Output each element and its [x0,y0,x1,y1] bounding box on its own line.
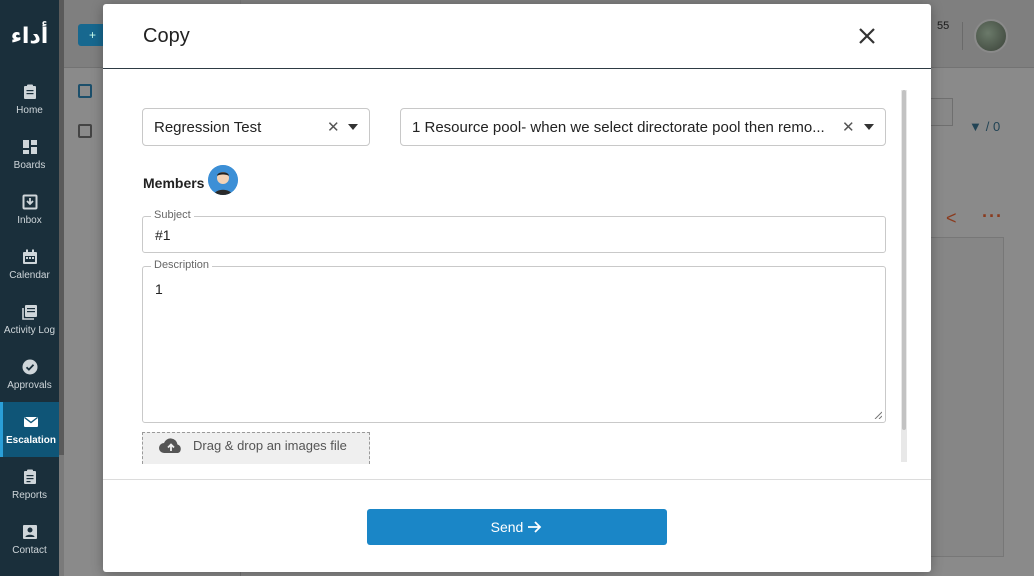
search-input[interactable] [931,98,953,126]
sidebar-item-label: Contact [12,544,47,556]
more-icon[interactable]: ··· [982,206,1003,227]
inbox-icon[interactable] [78,84,92,98]
sidebar-item-escalation[interactable]: Escalation [0,402,59,457]
scrollbar-thumb[interactable] [902,90,906,430]
cloud-upload-icon [159,438,181,453]
sidebar-item-home[interactable]: Home [0,72,59,127]
sidebar-item-approvals[interactable]: Approvals [0,347,59,402]
sidebar-item-label: Reports [11,489,47,501]
member-avatar[interactable] [208,165,238,195]
dropzone-text: Drag & drop an images file [193,438,347,453]
chevron-down-icon[interactable] [864,124,874,130]
header-divider [962,22,963,50]
copy-modal: Copy Regression Test ✕ 1 Resource pool- … [103,4,931,572]
modal-body: Regression Test ✕ 1 Resource pool- when … [103,70,931,480]
clipboard-icon [23,84,36,99]
sidebar-item-boards[interactable]: Boards [0,127,59,182]
arrow-right-icon [528,521,542,533]
sidebar-item-label: Boards [13,159,46,171]
modal-header: Copy [103,4,931,69]
filter-icon: ▼ [969,119,982,134]
report-icon [23,469,36,484]
description-field[interactable]: Description 1 [142,259,886,423]
sidebar-item-label: Calendar [9,269,50,281]
sidebar-item-label: Activity Log [3,324,56,336]
sidebar-item-label: Escalation [5,434,57,446]
sidebar-item-calendar[interactable]: Calendar [0,237,59,292]
send-label: Send [490,519,524,535]
notification-count[interactable]: 55 [937,20,949,32]
subject-field[interactable]: Subject #1 [142,209,886,253]
sidebar-item-contact[interactable]: Contact [0,512,59,567]
app-logo[interactable]: أداء [0,0,59,72]
task-select[interactable]: 1 Resource pool- when we select director… [400,108,886,146]
description-value: 1 [155,281,163,297]
subject-label: Subject [151,209,194,221]
sidebar-item-activity-log[interactable]: Activity Log [0,292,59,347]
task-select-value: 1 Resource pool- when we select director… [412,118,825,136]
user-avatar[interactable] [974,19,1008,53]
contact-icon [22,524,37,539]
image-dropzone[interactable]: Drag & drop an images file [142,432,370,464]
chevron-down-icon[interactable] [348,124,358,130]
send-button[interactable]: Send [367,509,667,545]
clear-icon[interactable]: ✕ [327,118,340,136]
modal-title: Copy [143,25,190,47]
project-select-value: Regression Test [154,118,262,136]
clear-icon[interactable]: ✕ [842,118,855,136]
boards-icon [22,139,37,154]
members-label: Members [143,175,205,191]
modal-footer: Send [103,479,931,572]
close-button[interactable] [855,24,879,48]
calendar-icon [22,249,37,264]
filter-button[interactable]: ▼ / 0 [969,118,1000,134]
check-circle-icon [22,359,37,374]
sidebar: أداء Home Boards Inbox Calendar Activity… [0,0,59,576]
sidebar-item-label: Inbox [17,214,42,226]
sidebar-item-label: Home [16,104,43,116]
subject-value: #1 [155,227,171,243]
person-icon [208,165,238,195]
mail-icon [24,416,38,427]
description-label: Description [151,259,213,271]
logo-text: أداء [10,23,49,49]
outbox-icon[interactable] [78,124,92,138]
close-icon [859,28,875,44]
inbox-icon [22,194,37,209]
filter-count: / 0 [985,119,1001,134]
sidebar-item-inbox[interactable]: Inbox [0,182,59,237]
resize-handle-icon[interactable] [874,411,882,419]
activity-log-icon [21,304,37,320]
project-select[interactable]: Regression Test ✕ [142,108,370,146]
sidebar-item-label: Approvals [7,379,52,391]
share-icon[interactable]: < [946,208,957,229]
modal-scrollbar[interactable] [901,90,907,462]
sidebar-item-reports[interactable]: Reports [0,457,59,512]
background-card [930,237,1004,557]
